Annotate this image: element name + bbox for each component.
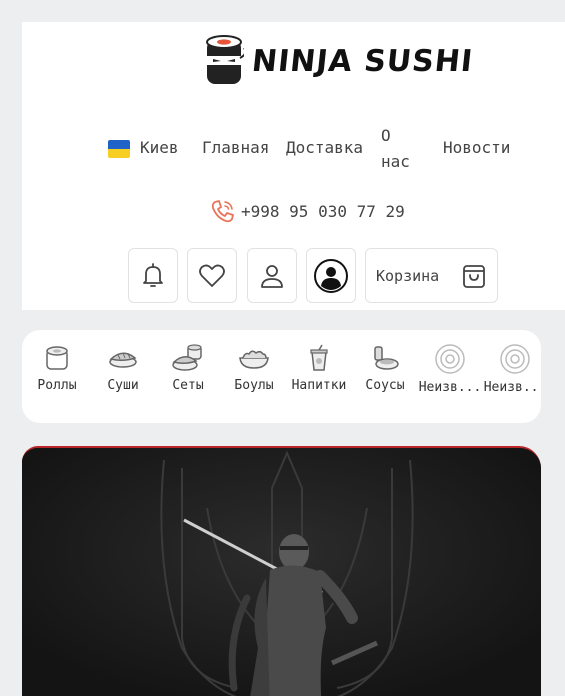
category-label: Неизв... [483,380,541,395]
category-label: Неизв... [418,380,482,395]
profile-button[interactable] [247,248,297,303]
shopping-bag-icon [463,264,485,288]
phone-link[interactable]: +998 95 030 77 29 [210,198,405,224]
category-unknown-1[interactable]: Неизв... [417,344,483,395]
set-icon [172,344,202,371]
phone-number: +998 95 030 77 29 [241,201,405,221]
cart-button[interactable]: Корзина [365,248,498,303]
category-unknown-2[interactable]: Неизв... [482,344,541,395]
ukraine-flag-icon[interactable] [108,140,130,158]
account-circle-icon [314,258,348,293]
category-sets[interactable]: Сеты [155,344,221,393]
bell-icon [143,262,163,287]
sushi-icon [109,352,137,368]
hero-banner[interactable] [22,446,541,696]
unknown-icon [500,344,530,374]
category-sushi[interactable]: Суши [90,344,156,393]
notifications-button[interactable] [128,248,178,303]
phone-icon [211,200,234,223]
nav-about-line2: нас [381,152,410,171]
nav-delivery[interactable]: Доставка [286,135,363,161]
drink-icon [310,344,328,371]
category-rolls[interactable]: Роллы [24,344,90,393]
account-button[interactable] [306,248,356,303]
category-bowls[interactable]: Боулы [221,344,287,393]
category-label: Суши [107,378,139,393]
category-drinks[interactable]: Напитки [286,344,352,393]
roll-icon [46,346,68,370]
category-label: Соусы [365,378,405,393]
logo[interactable]: NINJA SUSHI [204,34,475,88]
cart-label: Корзина [376,266,440,285]
nav-city[interactable]: Киев [140,135,179,161]
category-sauces[interactable]: Соусы [352,344,418,393]
slider-edge-decoration [0,470,6,690]
category-bar: Роллы Суши Сеты Боулы Напитки Соусы Неиз… [22,330,541,423]
nav-news[interactable]: Новости [443,135,510,161]
unknown-icon [435,344,465,374]
nav-about-line1: О [381,126,391,145]
ninja-roll-logo-icon [206,35,244,84]
category-label: Боулы [234,378,274,393]
sauce-icon [374,346,399,370]
nav-about[interactable]: О нас [381,123,410,175]
heart-icon [199,264,225,287]
logo-text: NINJA SUSHI [250,43,475,79]
user-icon [261,264,283,288]
category-label: Напитки [291,378,347,393]
site-header: NINJA SUSHI Киев Главная Доставка О нас … [22,22,565,310]
bowl-icon [239,350,269,369]
hero-ninja-illustration [22,448,541,696]
nav-home[interactable]: Главная [202,135,269,161]
category-label: Сеты [172,378,204,393]
category-label: Роллы [37,378,77,393]
favorites-button[interactable] [187,248,237,303]
